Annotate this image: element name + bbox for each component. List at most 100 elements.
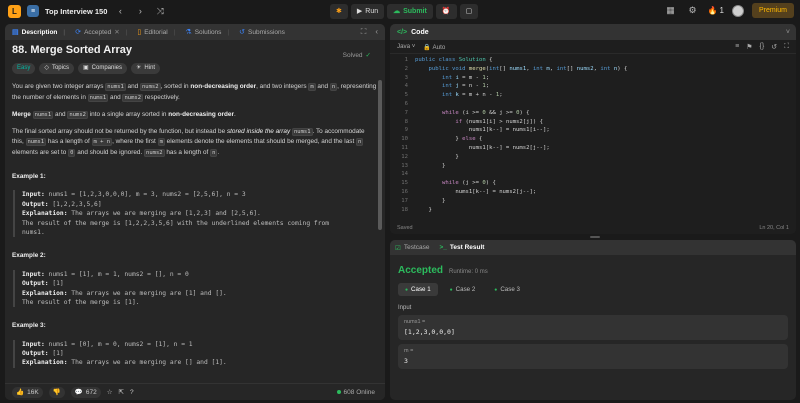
lock-icon: ▣ [82,65,89,72]
next-problem-icon[interactable]: › [133,6,147,16]
param-name: m = [404,348,414,354]
line-number: 3 [404,74,408,81]
document-icon: ▤ [12,29,19,36]
example-input: nums1 = [1], m = 1, nums2 = [], n = 0 [44,270,189,278]
example-3-block: Input: nums1 = [0], m = 0, nums2 = [1], … [13,339,378,368]
mode-label: Auto [432,43,446,51]
check-icon: ⟳ [75,29,82,36]
description-footer: 👍 16K 👎 💬 672 ☆ ⇱ ? 608 Online [5,383,385,400]
run-button[interactable]: ▶ Run [350,3,385,19]
collapse-code-icon[interactable]: ˅ [786,29,796,36]
line-number: 14 [401,171,408,178]
input-label: Input: [22,191,45,199]
settings-gear-icon[interactable]: ⚙ [686,5,700,16]
shuffle-icon[interactable]: ⤨ [153,6,167,17]
bookmark-icon[interactable]: ⚑ [746,43,752,51]
case-3-tab[interactable]: ● Case 3 [487,283,527,296]
case-label: Case 3 [500,286,520,293]
explanation-label: Explanation: [22,210,68,218]
text: , and two integers [256,83,309,91]
line-number: 18 [401,206,408,213]
play-icon: ▶ [356,8,363,15]
case-2-tab[interactable]: ● Case 2 [443,283,483,296]
panel-resize-handle[interactable] [590,236,600,238]
line-number: 2 [404,65,408,72]
reset-icon[interactable]: ↺ [771,43,777,51]
example-explanation-line: The result of the merge is [1,2,2,3,5,6]… [22,219,330,227]
description-scrollbar[interactable] [378,80,382,230]
line-number: 1 [404,57,408,63]
history-icon: ↺ [239,29,246,36]
language-select[interactable]: Java ˅ [397,43,415,50]
tab-submissions-label: Submissions [248,28,285,36]
example-explanation: The arrays we are merging are [1] and []… [67,289,227,297]
star-icon[interactable]: ☆ [107,388,113,396]
example-input: nums1 = [1,2,3,0,0,0], m = 3, nums2 = [2… [44,191,246,199]
text: has a length of [164,148,211,156]
line-number: 7 [404,109,408,116]
example-input: nums1 = [0], m = 0, nums2 = [1], n = 1 [44,340,193,348]
mode-indicator[interactable]: 🔒 Auto [423,43,445,51]
timer-button[interactable]: ⏰ [435,3,457,19]
companies-chip[interactable]: ▣ Companies [77,63,128,75]
maximize-icon[interactable]: ⛶ [361,27,367,37]
help-icon[interactable]: ? [130,389,134,396]
submit-button[interactable]: ☁ Submit [387,3,433,19]
runtime-label: Runtime: 0 ms [449,269,488,275]
case-1-tab[interactable]: ● Case 1 [398,283,438,296]
premium-button[interactable]: Premium [751,3,794,18]
text: You are given two integer arrays [12,83,106,91]
cloud-upload-icon: ☁ [393,8,401,15]
topics-chip[interactable]: ◇ Topics [39,63,74,75]
text: and [108,93,123,101]
user-avatar[interactable] [731,4,744,17]
case-label: Case 2 [455,286,476,293]
line-number: 15 [401,180,408,187]
problem-list-title[interactable]: Top Interview 150 [45,7,107,16]
code-editor[interactable]: 1 2 3 4 5 6 7 8 9 10 11 12 13 14 15 16 17 18 public class… [390,54,796,214]
alarm-icon: ⏰ [441,8,451,15]
code-lines[interactable]: public class Solution { public void merg… [412,56,627,214]
comments-button[interactable]: 💬 672 [70,386,101,398]
previous-problem-icon[interactable]: ‹ [113,6,127,16]
notes-button[interactable]: ▢ [459,3,479,19]
close-tab-icon[interactable]: ✕ [114,28,119,36]
line-number: 13 [401,162,408,169]
problem-list-icon[interactable]: ≡ [27,5,39,17]
tab-editorial[interactable]: ▯ Editorial | [134,28,178,37]
text: elements denote the elements that should… [164,138,357,146]
problem-title[interactable]: 88. Merge Sorted Array [12,44,378,55]
hint-chip[interactable]: ☀ Hint [131,63,161,75]
tab-description[interactable]: ▤ Description | [9,28,68,37]
share-icon[interactable]: ⇱ [119,388,124,396]
tag-icon: ◇ [44,65,49,72]
problem-content: 88. Merge Sorted Array Solved ✓ Easy ◇ Top… [5,40,385,384]
code-title: Code [411,28,429,36]
text: has a length of [46,138,92,146]
difficulty-badge: Easy [12,63,36,75]
streak-count: 1 [719,6,724,15]
streak-fire-icon[interactable]: 🔥 1 [708,6,724,15]
collapse-left-icon[interactable]: ‹ [375,27,378,37]
layout-icon[interactable]: ▦ [664,5,678,16]
like-button[interactable]: 👍 16K [12,386,43,398]
inline-code: m + n [91,138,113,147]
tab-testcase[interactable]: ☑ Testcase [395,244,429,252]
tab-test-result[interactable]: >_ Test Result [439,244,484,251]
fullscreen-icon[interactable]: ⛶ [784,43,789,51]
braces-icon[interactable]: {} [760,43,765,51]
description-paragraph-2: Merge nums1 and nums2 into a single arra… [12,110,378,120]
line-number: 10 [401,136,408,143]
debug-button[interactable]: ✱ [330,3,348,19]
tab-submissions[interactable]: ↺ Submissions [236,28,288,37]
case-label: Case 1 [411,286,431,293]
output-label: Output: [22,280,49,288]
text: respectively. [143,93,180,101]
text-format-icon[interactable]: ≡ [735,43,739,51]
tab-solutions[interactable]: ⚗ Solutions | [182,28,232,37]
leetcode-logo-icon[interactable]: L [8,4,21,18]
line-number: 5 [404,92,408,99]
dislike-button[interactable]: 👎 [48,386,65,398]
test-result-body: Accepted Runtime: 0 ms ● Case 1 ● Case 2 ●… [390,255,796,383]
tab-accepted[interactable]: ⟳ Accepted ✕ | [72,28,130,37]
